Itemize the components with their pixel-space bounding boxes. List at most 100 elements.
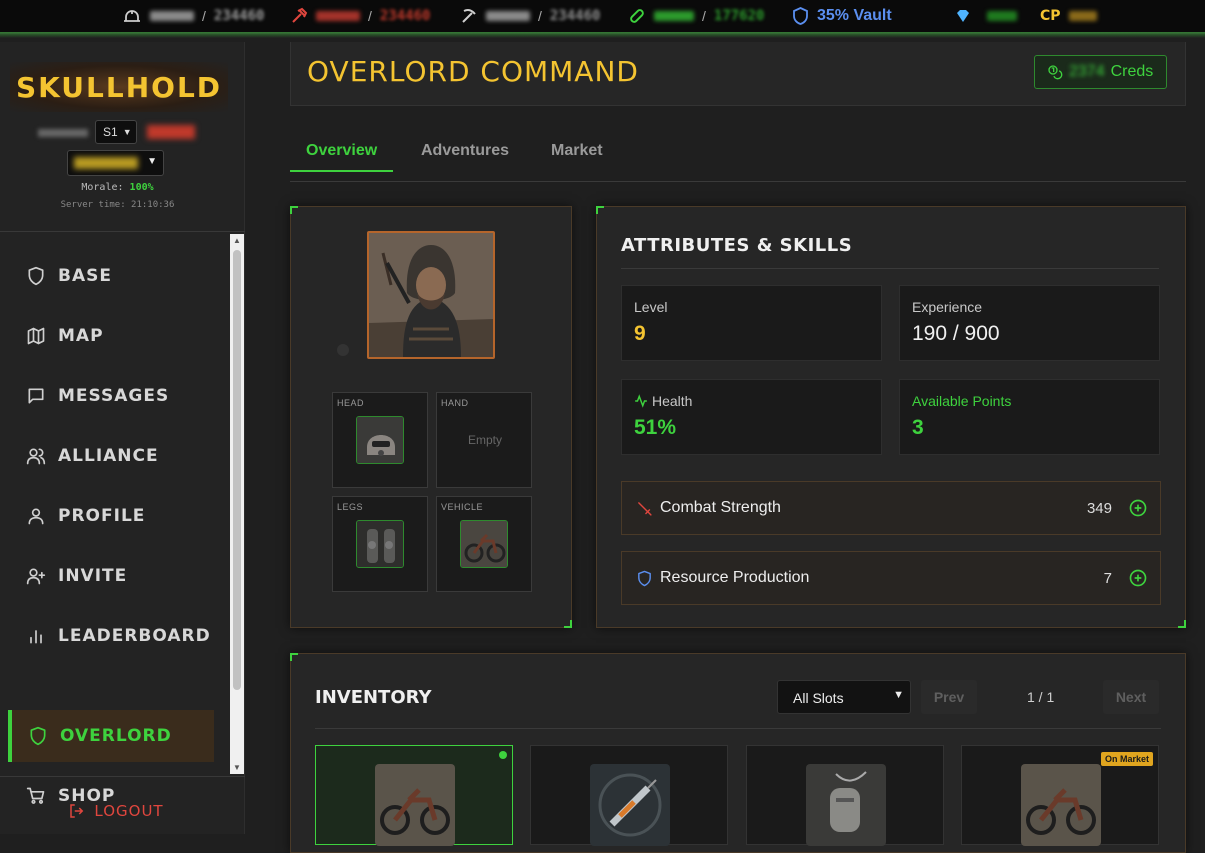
bar-chart-icon xyxy=(30,630,42,644)
add-resource-production-button[interactable] xyxy=(1128,568,1148,588)
sidebar-item-profile[interactable]: PROFILE xyxy=(8,490,214,542)
resource-separator: / xyxy=(202,8,206,24)
sidebar-divider xyxy=(0,776,245,777)
inventory-filter-select[interactable]: All Slots ▼ xyxy=(777,680,911,714)
tab-market[interactable]: Market xyxy=(535,134,619,172)
season-select[interactable]: S1 ▼ xyxy=(95,120,137,144)
resource-bandage: / 177620 xyxy=(628,0,764,32)
attributes-panel: ATTRIBUTES & SKILLS Level 9 Experience 1… xyxy=(596,206,1186,628)
alliance-value xyxy=(74,157,138,169)
inventory-panel: INVENTORY All Slots ▼ Prev 1 / 1 Next On… xyxy=(290,653,1186,853)
sidebar-item-label: LEADERBOARD xyxy=(58,626,211,646)
brand-logo[interactable]: SKULLHOLD xyxy=(10,62,228,112)
resource-hammer-max: 234460 xyxy=(379,8,431,24)
equip-slot-label: LEGS xyxy=(337,502,364,512)
inventory-title: INVENTORY xyxy=(315,687,432,708)
skill-name: Combat Strength xyxy=(660,499,781,516)
gem-value xyxy=(987,11,1017,21)
next-page-button[interactable]: Next xyxy=(1103,680,1159,714)
server-time: Server time: 21:10:36 xyxy=(60,200,175,210)
sidebar-item-label: BASE xyxy=(58,266,112,286)
sidebar-item-leaderboard[interactable]: LEADERBOARD xyxy=(8,610,214,662)
sidebar-item-map[interactable]: MAP xyxy=(8,310,214,362)
scroll-down-arrow[interactable]: ▼ xyxy=(233,763,241,772)
resource-separator: / xyxy=(538,8,542,24)
user-row: S1 ▼ xyxy=(0,120,245,146)
experience-label: Experience xyxy=(912,299,983,315)
equip-slot-legs[interactable]: LEGS xyxy=(332,496,428,592)
equip-slot-label: VEHICLE xyxy=(441,502,484,512)
leg-armor-item-image xyxy=(356,520,404,568)
resource-hammer: / 234460 xyxy=(290,0,430,32)
attributes-title: ATTRIBUTES & SKILLS xyxy=(621,235,853,256)
inventory-divider xyxy=(315,728,1161,729)
tab-adventures[interactable]: Adventures xyxy=(405,134,525,172)
sidebar: SKULLHOLD S1 ▼ ▼ Morale: 100% Server time… xyxy=(0,42,245,834)
scroll-up-arrow[interactable]: ▲ xyxy=(233,236,241,245)
pickaxe-icon xyxy=(462,9,476,23)
gem-icon xyxy=(957,10,969,22)
sword-icon xyxy=(638,502,652,516)
season-value: S1 xyxy=(103,125,118,139)
helmet-icon xyxy=(124,10,140,22)
skill-value: 7 xyxy=(1103,570,1112,587)
resource-separator: / xyxy=(702,8,706,24)
points-value: 3 xyxy=(912,416,924,439)
equip-slot-label: HAND xyxy=(441,398,469,408)
shield-icon xyxy=(30,726,46,746)
sidebar-item-base[interactable]: BASE xyxy=(8,250,214,302)
sidebar-scrollbar[interactable]: ▲ ▼ xyxy=(230,234,244,774)
logout-button[interactable]: LOGOUT xyxy=(0,802,232,820)
inventory-item[interactable]: On Market xyxy=(961,745,1159,846)
equip-slot-hand[interactable]: HAND Empty xyxy=(436,392,532,488)
experience-card: Experience 190 / 900 xyxy=(899,285,1160,361)
sidebar-item-label: INVITE xyxy=(58,566,128,586)
inventory-item[interactable] xyxy=(315,745,513,846)
map-icon xyxy=(27,327,45,345)
inventory-item[interactable] xyxy=(746,745,944,846)
resource-helmet-current xyxy=(150,11,194,21)
cp-label: CP xyxy=(1040,8,1061,24)
sidebar-divider xyxy=(0,231,245,232)
shield-icon xyxy=(28,266,44,286)
helmet-item-image xyxy=(356,416,404,464)
inventory-item[interactable] xyxy=(530,745,728,846)
on-market-badge: On Market xyxy=(1100,752,1153,766)
scrollbar-thumb[interactable] xyxy=(233,250,241,690)
page-header: OVERLORD COMMAND 2374 Creds xyxy=(290,42,1186,106)
sidebar-item-label: OVERLORD xyxy=(60,726,172,746)
sidebar-item-invite[interactable]: INVITE xyxy=(8,550,214,602)
tab-overview[interactable]: Overview xyxy=(290,134,394,172)
resource-pickaxe: / 234460 xyxy=(460,0,600,32)
creds-button[interactable]: 2374 Creds xyxy=(1034,55,1167,89)
skill-combat-strength: Combat Strength 349 xyxy=(621,481,1161,535)
equip-slot-vehicle[interactable]: VEHICLE xyxy=(436,496,532,592)
equip-slot-head[interactable]: HEAD xyxy=(332,392,428,488)
sidebar-item-alliance[interactable]: ALLIANCE xyxy=(8,430,214,482)
skill-resource-production: Resource Production 7 xyxy=(621,551,1161,605)
resource-pickaxe-current xyxy=(486,11,530,21)
tab-bar: Overview Adventures Market xyxy=(290,134,1186,182)
hooded-warrior-image xyxy=(369,233,493,357)
morale-status: Morale: 100% xyxy=(0,182,235,193)
resource-hammer-current xyxy=(316,11,360,21)
level-label: Level xyxy=(634,299,668,315)
message-icon xyxy=(28,388,44,404)
equipment-panel: HEAD HAND Empty LEGS VEHICLE xyxy=(290,206,572,628)
overlord-portrait[interactable] xyxy=(367,231,495,359)
resource-bar-glow xyxy=(0,32,1205,38)
skill-name: Resource Production xyxy=(660,569,810,586)
skill-value: 349 xyxy=(1086,500,1112,517)
user-icon xyxy=(28,508,44,525)
panel-corner xyxy=(1178,620,1186,628)
add-combat-strength-button[interactable] xyxy=(1128,498,1148,518)
prev-page-button[interactable]: Prev xyxy=(921,680,977,714)
vault-indicator: 35% Vault xyxy=(792,0,892,32)
page-indicator: 1 / 1 xyxy=(1027,689,1055,705)
sidebar-item-messages[interactable]: MESSAGES xyxy=(8,370,214,422)
sidebar-item-overlord[interactable]: OVERLORD xyxy=(8,710,214,762)
alliance-select[interactable]: ▼ xyxy=(67,150,164,176)
sidebar-item-label: ALLIANCE xyxy=(58,446,159,466)
equip-slot-label: HEAD xyxy=(337,398,365,408)
shield-icon xyxy=(638,570,651,587)
